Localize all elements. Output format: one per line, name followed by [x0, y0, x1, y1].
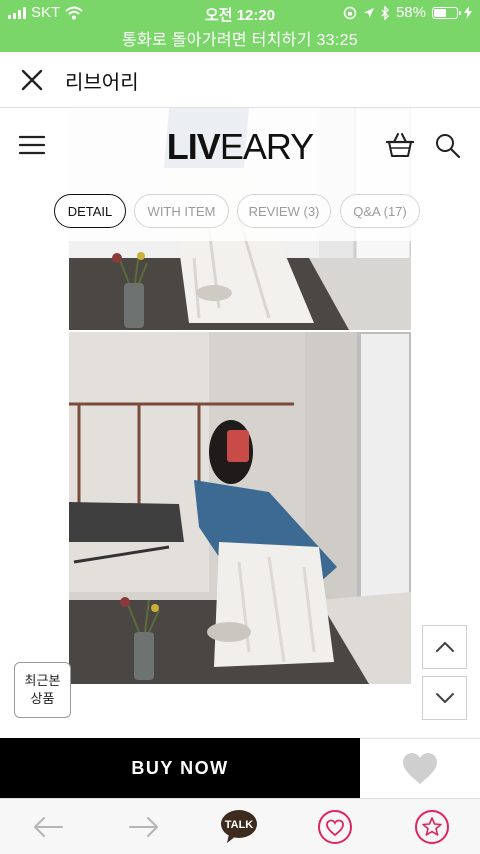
chevron-down-icon	[435, 693, 454, 703]
site-header: LIVEARY	[0, 108, 480, 183]
battery-percent: 58%	[395, 4, 426, 21]
search-icon	[436, 134, 461, 159]
buy-now-button[interactable]: BUY NOW	[0, 738, 360, 798]
bluetooth-icon	[381, 5, 389, 20]
close-icon	[21, 69, 43, 91]
cart-button[interactable]	[384, 130, 416, 160]
search-button[interactable]	[432, 130, 464, 160]
browser-toolbar: TALK	[0, 798, 480, 854]
recently-viewed-button[interactable]: 최근본 상품	[14, 662, 71, 718]
logo-light: EARY	[219, 126, 314, 167]
arrow-left-icon	[34, 817, 63, 837]
browser-header: 리브어리	[0, 52, 480, 108]
purchase-bar: BUY NOW	[0, 738, 480, 798]
close-button[interactable]	[14, 64, 50, 96]
favorite-button[interactable]	[315, 807, 355, 847]
wishlist-button[interactable]	[360, 738, 480, 798]
location-icon	[363, 7, 374, 18]
talk-label: TALK	[225, 819, 254, 831]
tab-with-item[interactable]: WITH ITEM	[134, 194, 229, 228]
tab-review[interactable]: REVIEW (3)	[237, 194, 331, 228]
tab-qna[interactable]: Q&A (17)	[340, 194, 420, 228]
recent-label-line2: 상품	[30, 691, 55, 706]
charging-icon	[464, 6, 472, 19]
chevron-up-icon	[435, 642, 454, 652]
scroll-top-button[interactable]	[422, 625, 467, 669]
orientation-lock-icon	[343, 6, 357, 19]
forward-button[interactable]	[124, 807, 164, 847]
talk-bubble-icon: TALK	[221, 810, 257, 843]
back-button[interactable]	[28, 807, 68, 847]
kakao-talk-button[interactable]: TALK	[219, 807, 259, 847]
detail-tabs: DETAIL WITH ITEM REVIEW (3) Q&A (17)	[0, 183, 480, 241]
status-bar: SKT 오전 12:20 58% 통화로 돌아가려면 터치하기 33:25	[0, 0, 480, 52]
screen: SKT 오전 12:20 58% 통화로 돌아가려면 터치하기 33:25 리브…	[0, 0, 480, 854]
bookmark-button[interactable]	[412, 807, 452, 847]
star-circle-icon	[415, 810, 449, 844]
tab-detail[interactable]: DETAIL	[54, 194, 126, 228]
battery-icon	[432, 6, 461, 19]
logo-bold: LIV	[166, 126, 221, 167]
heart-icon	[403, 752, 437, 784]
basket-icon	[385, 133, 415, 157]
scroll-bottom-button[interactable]	[422, 676, 467, 720]
page-title: 리브어리	[65, 72, 139, 94]
return-to-call-banner[interactable]: 통화로 돌아가려면 터치하기 33:25	[0, 26, 480, 50]
heart-circle-icon	[318, 810, 352, 844]
product-photo-2	[69, 332, 411, 684]
recent-label-line1: 최근본	[24, 673, 61, 688]
arrow-right-icon	[129, 817, 158, 837]
product-detail-content[interactable]: LIVEARY DETAIL WITH ITEM REVIEW (3) Q&A …	[0, 108, 480, 738]
